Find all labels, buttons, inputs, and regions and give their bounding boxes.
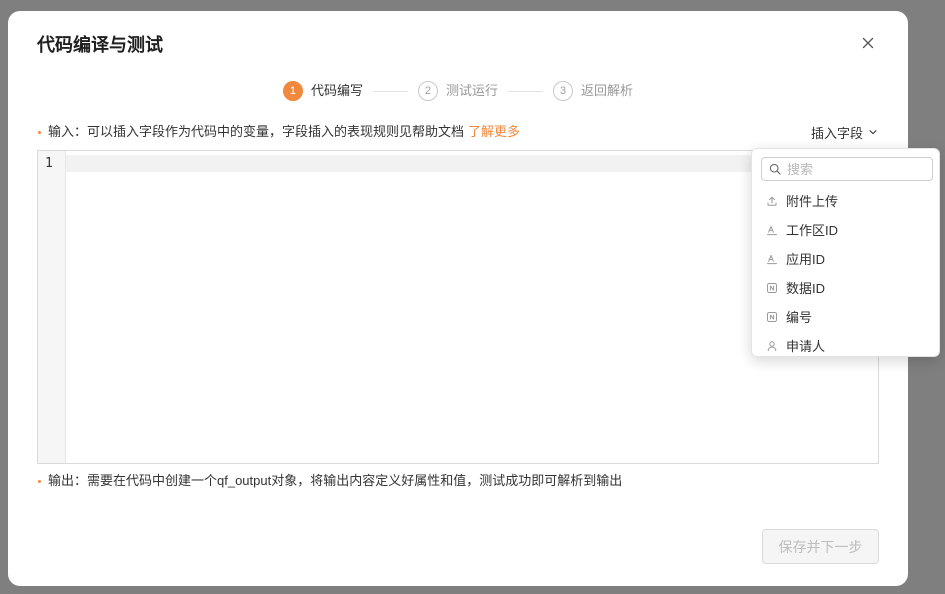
learn-more-link[interactable]: 了解更多 [468,124,520,140]
step-code-writing: 1 代码编写 [282,81,363,101]
step-connector [372,90,408,92]
field-search-input[interactable] [762,158,932,180]
field-item-label: 工作区ID [786,223,839,238]
line-number: 1 [45,156,53,171]
field-item[interactable]: 数据ID [752,273,939,302]
field-item-label: 数据ID [786,281,826,296]
upload-icon [766,195,778,207]
number-field-icon [766,311,778,323]
step-number: 3 [553,81,573,101]
step-indicator: 1 代码编写 2 测试运行 3 返回解析 [8,81,908,101]
field-item[interactable]: 编号 [752,302,939,331]
text-field-icon [766,253,778,265]
field-item-label: 编号 [786,310,813,325]
number-field-icon [766,282,778,294]
step-label: 代码编写 [310,83,363,98]
step-connector [508,90,543,92]
save-and-next-button[interactable]: 保存并下一步 [762,529,879,564]
close-icon [862,37,874,49]
field-item[interactable]: 工作区ID [752,215,939,244]
dialog-title: 代码编译与测试 [37,35,163,55]
input-hint: 输入：可以插入字段作为代码中的变量，字段插入的表现规则见帮助文档 了解更多 [38,124,520,140]
close-button[interactable] [858,33,878,53]
step-label: 测试运行 [445,83,498,98]
field-item-label: 申请人 [786,339,826,354]
field-item[interactable]: 申请人 [752,331,939,356]
insert-field-label: 插入字段 [810,125,863,141]
output-hint-text: 输出：需要在代码中创建一个qf_output对象，将输出内容定义好属性和值，测试… [48,473,623,488]
field-item[interactable]: 应用ID [752,244,939,273]
insert-field-dropdown-trigger[interactable]: 插入字段 [811,123,878,141]
field-item-label: 应用ID [786,252,826,267]
hint-bullet [38,130,41,134]
step-label: 返回解析 [581,83,634,98]
text-field-icon [766,224,778,236]
field-search-box [761,157,933,181]
field-item-label: 附件上传 [786,194,839,209]
step-number: 2 [417,81,438,101]
editor-gutter: 1 [38,151,66,463]
step-test-run: 2 测试运行 [417,81,498,101]
output-hint: 输出：需要在代码中创建一个qf_output对象，将输出内容定义好属性和值，测试… [38,473,622,489]
hint-bullet [38,479,41,483]
step-return-parse: 3 返回解析 [553,81,633,101]
field-list: 附件上传 工作区ID 应用ID 数据ID 编号 申请人 [752,186,939,356]
field-dropdown: 附件上传 工作区ID 应用ID 数据ID 编号 申请人 [751,148,940,357]
input-hint-text: 输入：可以插入字段作为代码中的变量，字段插入的表现规则见帮助文档 [48,124,465,139]
chevron-down-icon [868,127,878,137]
field-item[interactable]: 附件上传 [752,186,939,215]
person-icon [766,340,778,352]
step-number: 1 [282,81,303,101]
